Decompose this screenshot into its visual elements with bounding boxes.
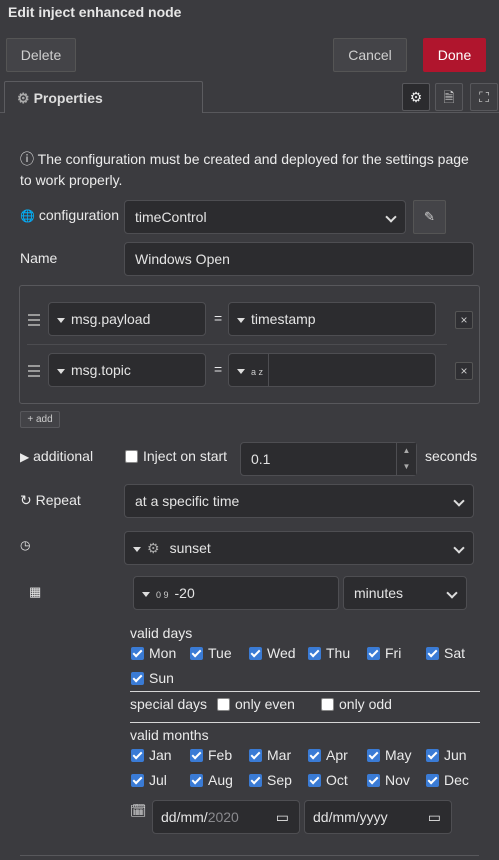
clock-icon: ◷ bbox=[20, 538, 31, 552]
configuration-select[interactable]: timeControl bbox=[124, 200, 406, 234]
offset-input[interactable]: 0 9 -20 bbox=[133, 576, 339, 610]
month-checkbox-feb[interactable]: Feb bbox=[190, 747, 232, 763]
calendar-picker-icon[interactable]: ▭ bbox=[428, 801, 441, 833]
inject-delay-input[interactable]: 0.1 bbox=[240, 442, 417, 476]
info-icon: ⓘ bbox=[20, 151, 38, 167]
calendar-picker-icon[interactable]: ▭ bbox=[276, 801, 289, 833]
gear-icon: ⚙ bbox=[17, 90, 30, 106]
calculator-icon: ▦ bbox=[29, 584, 42, 599]
globe-icon: 🌐 bbox=[20, 209, 35, 223]
property-value-input[interactable]: timestamp bbox=[228, 302, 436, 336]
section-divider bbox=[130, 722, 480, 723]
gear-icon: ⚙ bbox=[147, 540, 160, 556]
tab-properties[interactable]: ⚙ Properties bbox=[4, 81, 203, 113]
appearance-tab-frame-icon[interactable]: ⛶ bbox=[470, 83, 498, 111]
only-odd-checkbox[interactable]: only odd bbox=[321, 696, 392, 712]
day-checkbox-sun[interactable]: Sun bbox=[131, 670, 174, 686]
row-divider bbox=[27, 344, 447, 345]
name-label: Name bbox=[20, 250, 58, 266]
done-button[interactable]: Done bbox=[423, 38, 486, 72]
play-circle-icon: ▶ bbox=[20, 450, 30, 464]
special-days-label: special days bbox=[130, 696, 208, 712]
day-checkbox-wed[interactable]: Wed bbox=[249, 645, 296, 661]
calendar-icon: 🗓 bbox=[130, 803, 147, 818]
day-checkbox-mon[interactable]: Mon bbox=[131, 645, 176, 661]
property-name-input[interactable]: msg.topic bbox=[48, 353, 206, 387]
info-text: The configuration must be created and de… bbox=[20, 151, 469, 188]
drag-handle-icon[interactable] bbox=[28, 365, 40, 380]
day-checkbox-sat[interactable]: Sat bbox=[426, 645, 465, 661]
month-checkbox-jul[interactable]: Jul bbox=[131, 772, 167, 788]
settings-tab-gear-icon[interactable]: ⚙ bbox=[402, 83, 430, 111]
remove-row-close-icon[interactable]: × bbox=[455, 362, 473, 380]
offset-unit-select[interactable]: minutes bbox=[343, 576, 467, 610]
valid-months-label: valid months bbox=[130, 727, 209, 743]
time-select[interactable]: ⚙ sunset bbox=[124, 531, 474, 565]
month-checkbox-oct[interactable]: Oct bbox=[308, 772, 348, 788]
number-type-icon: 0 9 bbox=[156, 590, 169, 600]
seconds-label: seconds bbox=[425, 448, 478, 464]
month-checkbox-dec[interactable]: Dec bbox=[426, 772, 469, 788]
edit-configuration-pencil-icon[interactable]: ✎ bbox=[413, 200, 446, 234]
month-checkbox-apr[interactable]: Apr bbox=[308, 747, 348, 763]
section-divider bbox=[130, 691, 480, 692]
inject-on-start-checkbox[interactable]: Inject on start bbox=[125, 448, 227, 464]
property-name-input[interactable]: msg.payload bbox=[48, 302, 206, 336]
drag-handle-icon[interactable] bbox=[28, 314, 40, 329]
end-date-input[interactable]: dd/mm/yyyy ▭ bbox=[304, 800, 452, 834]
day-checkbox-tue[interactable]: Tue bbox=[190, 645, 232, 661]
delete-button[interactable]: Delete bbox=[6, 38, 76, 72]
add-property-button[interactable]: + add bbox=[20, 411, 60, 428]
property-value-input[interactable]: a z bbox=[228, 353, 436, 387]
month-checkbox-may[interactable]: May bbox=[367, 747, 411, 763]
month-checkbox-nov[interactable]: Nov bbox=[367, 772, 410, 788]
tab-properties-label: Properties bbox=[33, 90, 103, 106]
repeat-select[interactable]: at a specific time bbox=[124, 484, 474, 518]
repeat-label: ↻ Repeat bbox=[20, 492, 81, 508]
refresh-icon: ↻ bbox=[20, 492, 32, 508]
month-checkbox-jun[interactable]: Jun bbox=[426, 747, 467, 763]
month-checkbox-jan[interactable]: Jan bbox=[131, 747, 172, 763]
valid-days-label: valid days bbox=[130, 625, 193, 641]
month-checkbox-sep[interactable]: Sep bbox=[249, 772, 292, 788]
name-input[interactable]: Windows Open bbox=[124, 242, 474, 276]
info-message: ⓘ The configuration must be created and … bbox=[20, 149, 480, 191]
type-divider bbox=[268, 354, 269, 386]
day-checkbox-fri[interactable]: Fri bbox=[367, 645, 401, 661]
only-even-checkbox[interactable]: only even bbox=[217, 696, 295, 712]
equals-sign: = bbox=[214, 310, 223, 326]
remove-row-close-icon[interactable]: × bbox=[455, 311, 473, 329]
start-date-input[interactable]: dd/mm/2020 ▭ bbox=[152, 800, 300, 834]
description-tab-document-icon[interactable]: 🗎 bbox=[435, 83, 463, 111]
month-checkbox-mar[interactable]: Mar bbox=[249, 747, 291, 763]
additional-label: ▶ additional bbox=[20, 448, 94, 464]
string-type-icon: a z bbox=[251, 367, 264, 377]
dialog-title: Edit inject enhanced node bbox=[8, 4, 182, 20]
equals-sign: = bbox=[214, 361, 223, 377]
month-checkbox-aug[interactable]: Aug bbox=[190, 772, 233, 788]
delay-spinner[interactable]: ▲ ▼ bbox=[396, 443, 416, 475]
bottom-divider bbox=[20, 855, 479, 856]
configuration-label: 🌐 configuration bbox=[20, 207, 120, 223]
day-checkbox-thu[interactable]: Thu bbox=[308, 645, 350, 661]
cancel-button[interactable]: Cancel bbox=[333, 38, 407, 72]
